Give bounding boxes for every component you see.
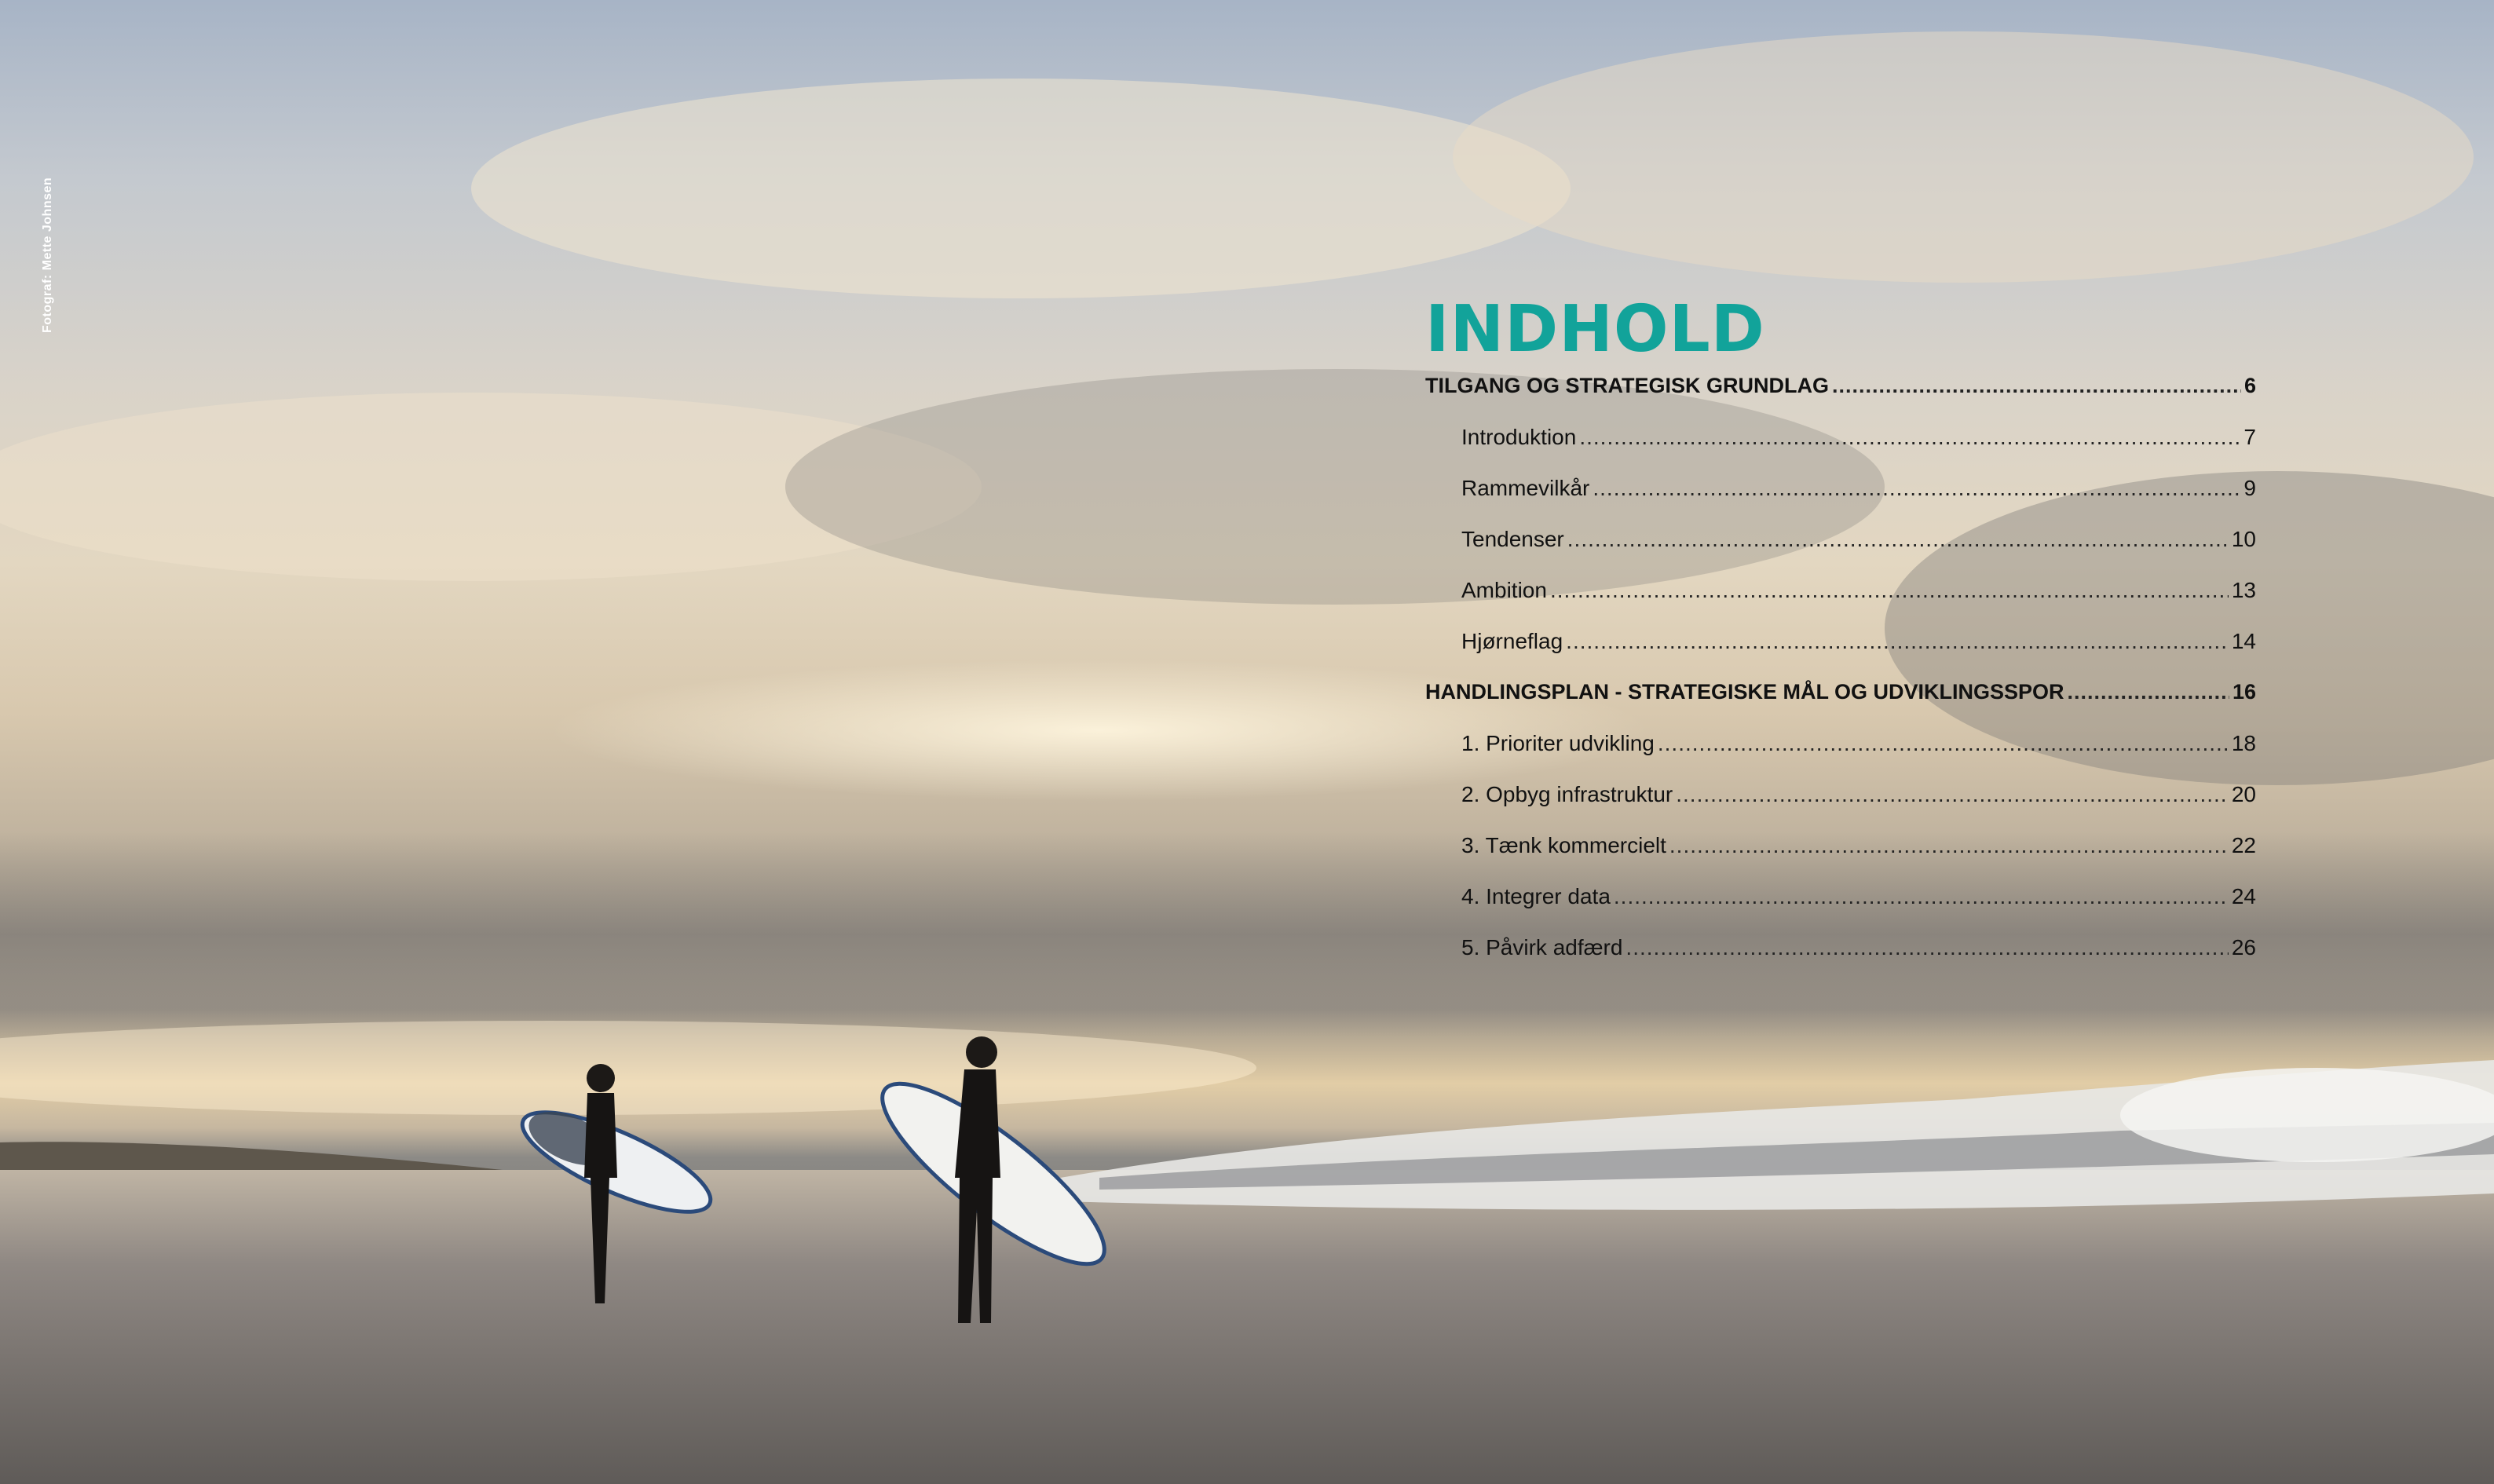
toc-entry[interactable]: Tendenser ..............................… [1425,527,2256,578]
toc-entry-label: 5. Påvirk adfærd [1461,935,1623,959]
dot-leader: ........................................… [1669,833,2229,857]
dot-leader: ........................................… [1832,374,2241,397]
toc-entry-page: 18 [2231,731,2256,755]
toc-entry-page: 10 [2231,527,2256,551]
toc-entry-label: Hjørneflag [1461,629,1563,653]
toc-entry-label: 2. Opbyg infrastruktur [1461,782,1673,806]
toc-entry[interactable]: 2. Opbyg infrastruktur .................… [1425,782,2256,833]
photo-credit: Fotograf: Mette Johnsen [41,177,54,333]
toc-entry-page: 20 [2231,782,2256,806]
toc-entry-label: 3. Tænk kommercielt [1461,833,1666,857]
toc-entry-label: TILGANG OG STRATEGISK GRUNDLAG [1425,374,1829,397]
toc-entry-page: 14 [2231,629,2256,653]
toc-entry-label: 4. Integrer data [1461,884,1611,908]
toc-entry-label: Tendenser [1461,527,1564,551]
dot-leader: ........................................… [1566,629,2229,653]
toc-entry[interactable]: TILGANG OG STRATEGISK GRUNDLAG .........… [1425,374,2256,425]
wet-sand [0,1170,2494,1484]
dot-leader: ........................................… [1567,527,2229,551]
toc-entry[interactable]: 3. Tænk kommercielt ....................… [1425,833,2256,884]
toc-entry[interactable]: 4. Integrer data .......................… [1425,884,2256,935]
toc-entry-label: 1. Prioriter udvikling [1461,731,1655,755]
toc-entry[interactable]: Introduktion ...........................… [1425,425,2256,476]
toc-entry-label: Introduktion [1461,425,1577,449]
toc-entry[interactable]: Ambition ...............................… [1425,578,2256,629]
toc-entry-page: 26 [2231,935,2256,959]
toc-entry-page: 9 [2244,476,2256,500]
dot-leader: ........................................… [1593,476,2241,500]
toc-entry-page: 16 [2232,680,2256,704]
toc-entry[interactable]: Rammevilkår ............................… [1425,476,2256,527]
toc-entry-label: Rammevilkår [1461,476,1590,500]
toc-title: INDHOLD [1425,292,1765,367]
dot-leader: ........................................… [1549,578,2229,602]
dot-leader: ........................................… [1657,731,2229,755]
dot-leader: ........................................… [2067,680,2229,704]
waves [1060,1060,2494,1210]
toc-entry[interactable]: Hjørneflag .............................… [1425,629,2256,680]
toc-entry[interactable]: HANDLINGSPLAN - STRATEGISKE MÅL OG UDVIK… [1425,680,2256,731]
toc-entry-page: 7 [2244,425,2256,449]
toc-entry[interactable]: 5. Påvirk adfærd .......................… [1425,935,2256,986]
toc-entry-page: 6 [2244,374,2256,397]
toc-entry-label: HANDLINGSPLAN - STRATEGISKE MÅL OG UDVIK… [1425,680,2064,704]
dot-leader: ........................................… [1676,782,2229,806]
toc-entry[interactable]: 1. Prioriter udvikling .................… [1425,731,2256,782]
dot-leader: ........................................… [1579,425,2241,449]
table-of-contents: INDHOLD TILGANG OG STRATEGISK GRUNDLAG .… [1425,292,2256,986]
toc-entry-page: 22 [2231,833,2256,857]
dot-leader: ........................................… [1613,884,2229,908]
toc-entry-page: 24 [2231,884,2256,908]
toc-entry-label: Ambition [1461,578,1547,602]
dot-leader: ........................................… [1625,935,2229,959]
toc-entry-page: 13 [2231,578,2256,602]
